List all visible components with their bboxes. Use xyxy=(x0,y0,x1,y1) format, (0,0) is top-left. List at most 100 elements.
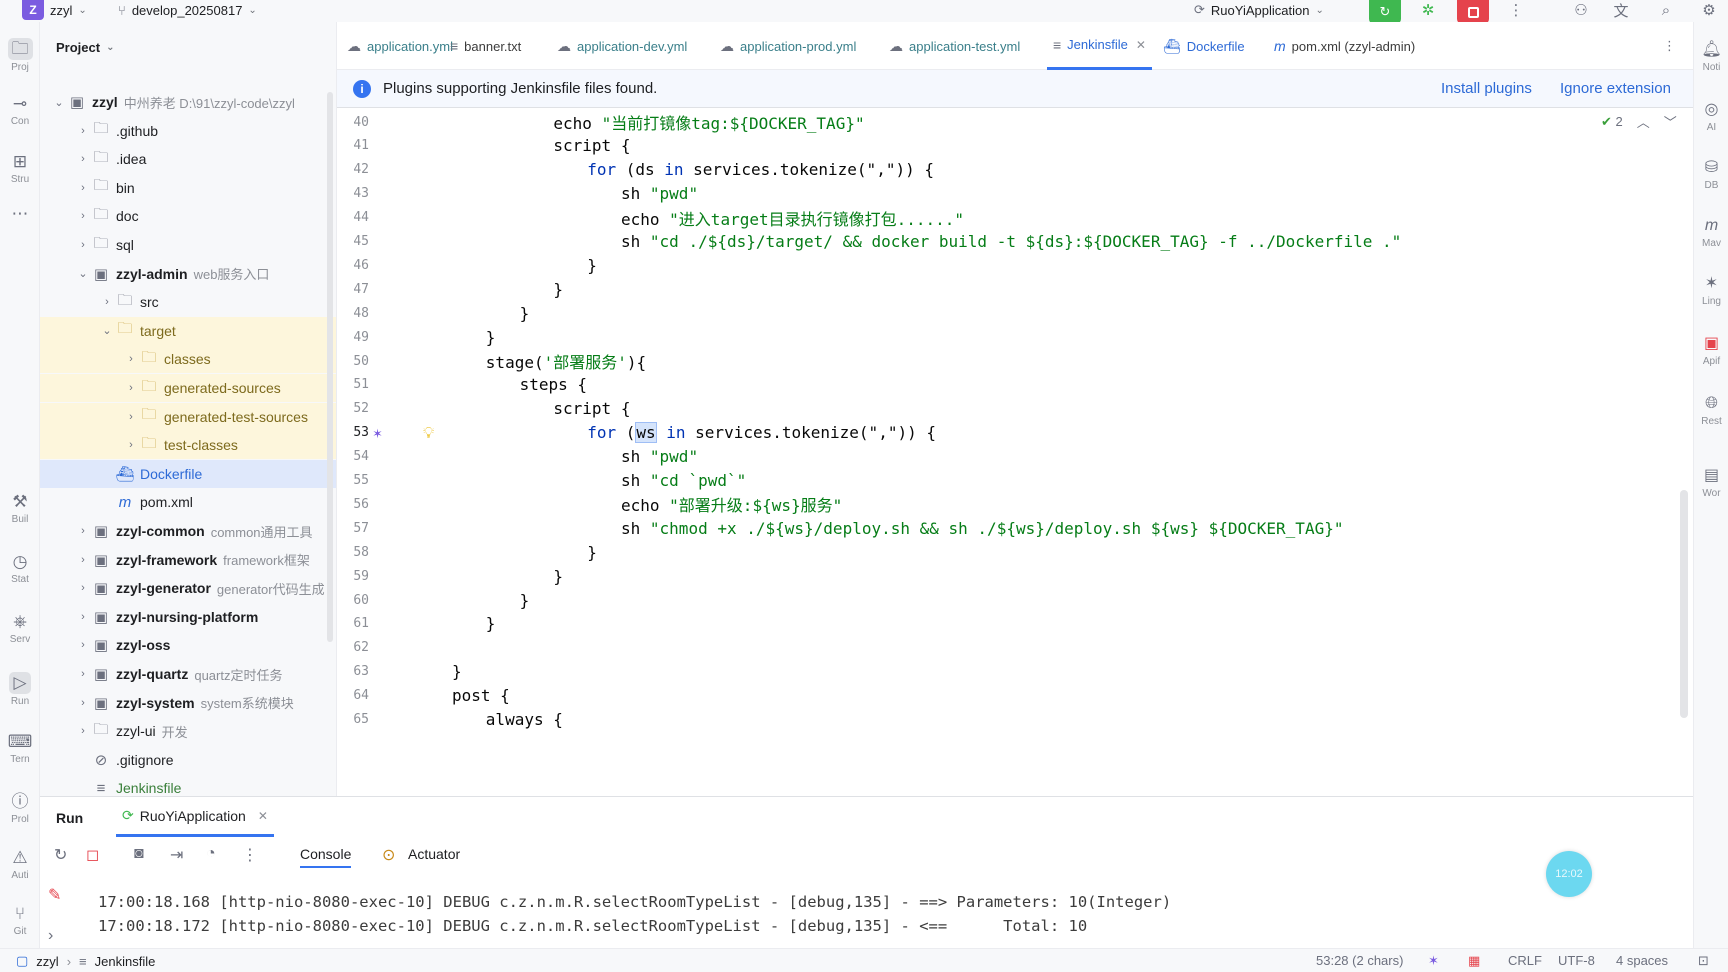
tree-item[interactable]: › 🗀 doc xyxy=(40,202,336,230)
chevron-right-icon[interactable]: › xyxy=(76,125,90,137)
chevron-down-icon[interactable]: ⌄ xyxy=(52,96,66,109)
run-tab-ruoyiapplication[interactable]: ⟳ RuoYiApplication ✕ xyxy=(116,797,274,837)
run-config-selector[interactable]: ⟳ RuoYiApplication ⌄ xyxy=(1194,0,1324,20)
chevron-down-icon[interactable]: ⌄ xyxy=(76,267,90,280)
recording-timer[interactable]: 12:02 xyxy=(1546,851,1592,897)
tab-application-test-yml[interactable]: ☁ application-test.yml xyxy=(889,22,1020,70)
tab-pom-xml[interactable]: m pom.xml (zzyl-admin) xyxy=(1274,22,1415,70)
code-line[interactable]: 49} xyxy=(337,324,1677,350)
project-panel-header[interactable]: Project ⌄ xyxy=(56,40,114,55)
tool-window-notifications[interactable]: 🔔︎ Noti xyxy=(1694,36,1728,88)
tree-item[interactable]: ⛴ Dockerfile xyxy=(40,459,336,488)
branch-switcher[interactable]: ⑂ develop_20250817 ⌄ xyxy=(118,0,257,20)
tree-item[interactable]: › 🗀 bin xyxy=(40,174,336,202)
tool-window-ai[interactable]: ◎ AI xyxy=(1694,96,1728,148)
tree-item[interactable]: › 🗀 generated-sources xyxy=(40,374,336,402)
code-line[interactable]: 50 stage('部署服务'){ xyxy=(337,348,1677,374)
caret-position[interactable]: 53:28 (2 chars) xyxy=(1316,953,1403,968)
tree-item[interactable]: › ▣ zzyl-framework framework框架 xyxy=(40,546,336,574)
project-scrollbar[interactable] xyxy=(327,92,333,642)
code-line[interactable]: 60} xyxy=(337,587,1677,613)
chevron-right-icon[interactable]: › xyxy=(76,582,90,594)
chevron-right-icon[interactable]: › xyxy=(76,182,90,194)
tool-window-word[interactable]: ▤ Wor xyxy=(1694,462,1728,514)
close-icon[interactable]: ✕ xyxy=(1136,38,1146,52)
tab-application-dev-yml[interactable]: ☁ application-dev.yml xyxy=(557,22,687,70)
code-line[interactable]: 65 always { xyxy=(337,707,1677,733)
chevron-right-icon[interactable]: › xyxy=(76,153,90,165)
tree-item[interactable]: › 🗀 sql xyxy=(40,231,336,259)
settings-button[interactable]: ⚙ xyxy=(1697,0,1721,20)
indent-setting[interactable]: 4 spaces xyxy=(1616,953,1668,968)
chevron-up-icon[interactable]: ︿ xyxy=(1637,112,1650,131)
tool-window-apifox[interactable]: ▣ Apif xyxy=(1694,330,1728,382)
tree-item[interactable]: ≡ Jenkinsfile xyxy=(40,774,336,796)
chevron-right-icon[interactable]: › xyxy=(76,611,90,623)
code-line[interactable]: 56 echo "部署升级:${ws}服务" xyxy=(337,491,1677,517)
profiler-icon[interactable]: ◔ xyxy=(206,845,216,863)
tree-item[interactable]: › 🗀 generated-test-sources xyxy=(40,402,336,431)
tab-application-prod-yml[interactable]: ☁ application-prod.yml xyxy=(720,22,856,70)
chevron-right-icon[interactable]: › xyxy=(76,210,90,222)
lock-icon[interactable]: ⊡ xyxy=(1698,953,1709,969)
tab-dockerfile[interactable]: ⛴ Dockerfile xyxy=(1163,22,1245,70)
chevron-right-icon[interactable]: › xyxy=(76,554,90,566)
code-line[interactable]: 54 sh "pwd" xyxy=(337,444,1677,470)
code-line[interactable]: 45 sh "cd ./${ds}/target/ && docker build… xyxy=(337,229,1677,255)
code-line[interactable]: 64 post { xyxy=(337,683,1677,709)
chevron-right-icon[interactable]: › xyxy=(76,639,90,651)
chevron-down-icon[interactable]: ⌄ xyxy=(100,324,114,337)
close-icon[interactable]: ✕ xyxy=(258,809,268,823)
more-vertical-icon[interactable]: ⋮ xyxy=(242,845,258,865)
tool-window-auto[interactable]: ⚠ Auti xyxy=(0,842,40,894)
code-line[interactable]: 43 sh "pwd" xyxy=(337,181,1677,207)
lingma-gutter-icon[interactable]: ✶ xyxy=(373,424,382,442)
breadcrumb-project[interactable]: zzyl xyxy=(36,954,58,969)
tree-item[interactable]: › 🗀 src xyxy=(40,288,336,316)
rerun-icon[interactable]: ↻ xyxy=(54,845,67,865)
more-actions-button[interactable]: ⋮ xyxy=(1504,0,1528,20)
code-line[interactable]: 52 script { xyxy=(337,396,1677,422)
chevron-right-icon[interactable]: › xyxy=(124,439,138,451)
chevron-right-icon[interactable]: › xyxy=(76,697,90,709)
code-line[interactable]: 63} xyxy=(337,659,1677,685)
tree-item[interactable]: › 🗀 .github xyxy=(40,117,336,145)
code-line[interactable]: 59} xyxy=(337,563,1677,589)
code-line[interactable]: 44 echo "进入target目录执行镜像打包......" xyxy=(337,205,1677,231)
chevron-right-icon[interactable]: › xyxy=(76,525,90,537)
tool-window-problems[interactable]: ⓘ Prol xyxy=(0,786,40,838)
chevron-right-icon[interactable]: › xyxy=(76,239,90,251)
stop-button[interactable] xyxy=(1457,0,1489,24)
tool-window-git[interactable]: ⑂ Git xyxy=(0,898,40,950)
tool-window-commit[interactable]: ⊸ Con xyxy=(0,88,40,140)
code-editor[interactable]: 40 echo "当前打镜像tag:${DOCKER_TAG}" 41 script … xyxy=(337,108,1693,796)
chevron-right-icon[interactable]: › xyxy=(76,725,90,737)
tool-window-maven[interactable]: m Mav xyxy=(1694,212,1728,264)
code-line[interactable]: 41 script { xyxy=(337,133,1677,159)
chevron-right-icon[interactable]: › xyxy=(124,411,138,423)
tree-item[interactable]: › ▣ zzyl-generator generator代码生成 xyxy=(40,574,336,602)
tree-item[interactable]: › ▣ zzyl-nursing-platform xyxy=(40,603,336,631)
tree-item[interactable]: › 🗀 test-classes xyxy=(40,431,336,460)
code-line[interactable]: 48} xyxy=(337,300,1677,326)
tool-window-run[interactable]: ▷ Run xyxy=(0,666,40,718)
tool-window-structure[interactable]: ⊞ Stru xyxy=(0,146,40,198)
tree-item[interactable]: › ▣ zzyl-system system系统模块 xyxy=(40,689,336,717)
chevron-right-icon[interactable]: › xyxy=(76,668,90,680)
editor-inspection-widget[interactable]: ✔ 2 ︿ ﹀ xyxy=(1601,112,1677,131)
actuator-tab[interactable]: Actuator xyxy=(408,846,460,862)
tree-item[interactable]: ⌄ ▣ zzyl-admin web服务入口 xyxy=(40,260,336,288)
debug-button[interactable]: ✲ xyxy=(1416,0,1440,20)
tool-window-project[interactable]: 🗀 Proj xyxy=(0,32,40,84)
editor-scrollbar[interactable] xyxy=(1680,490,1688,718)
ignore-extension-link[interactable]: Ignore extension xyxy=(1560,80,1671,97)
rerun-button[interactable]: ↻ xyxy=(1369,0,1401,24)
inspections-ok[interactable]: ✔ 2 xyxy=(1601,114,1623,130)
pencil-icon[interactable]: ✎ xyxy=(48,885,61,905)
restore-layout-icon[interactable]: ⇥ xyxy=(170,845,183,865)
chevron-right-icon[interactable]: › xyxy=(100,296,114,308)
tool-window-more[interactable]: ⋯ xyxy=(0,198,40,250)
code-line[interactable]: 57 sh "chmod +x ./${ws}/deploy.sh && sh .… xyxy=(337,515,1677,541)
tabs-more-button[interactable]: ⋮ xyxy=(1663,22,1676,70)
code-line[interactable]: 53 ✶ 💡︎ for (ws in services.tokenize(",")) … xyxy=(337,420,1677,446)
